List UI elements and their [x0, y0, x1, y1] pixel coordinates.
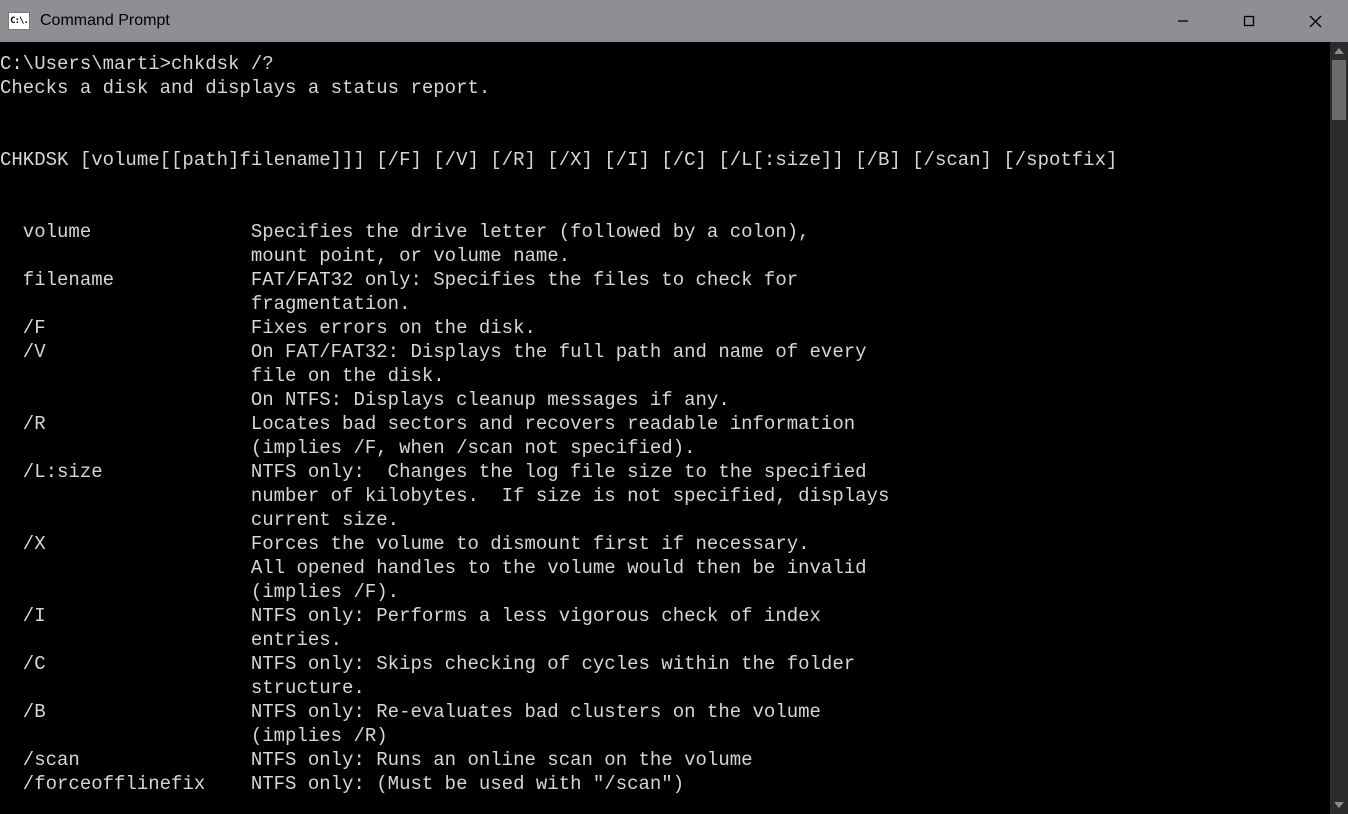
maximize-button[interactable]	[1216, 0, 1282, 42]
scrollbar[interactable]	[1330, 42, 1348, 814]
scroll-thumb[interactable]	[1332, 60, 1346, 120]
titlebar[interactable]: C:\. Command Prompt	[0, 0, 1348, 42]
window-controls	[1150, 0, 1348, 42]
terminal-output[interactable]: C:\Users\marti>chkdsk /? Checks a disk a…	[0, 42, 1330, 814]
close-button[interactable]	[1282, 0, 1348, 42]
scroll-up-arrow-icon[interactable]	[1330, 42, 1348, 60]
cmd-icon: C:\.	[8, 12, 30, 30]
scroll-down-arrow-icon[interactable]	[1330, 796, 1348, 814]
minimize-button[interactable]	[1150, 0, 1216, 42]
window-title: Command Prompt	[40, 12, 1150, 30]
terminal-area: C:\Users\marti>chkdsk /? Checks a disk a…	[0, 42, 1348, 814]
